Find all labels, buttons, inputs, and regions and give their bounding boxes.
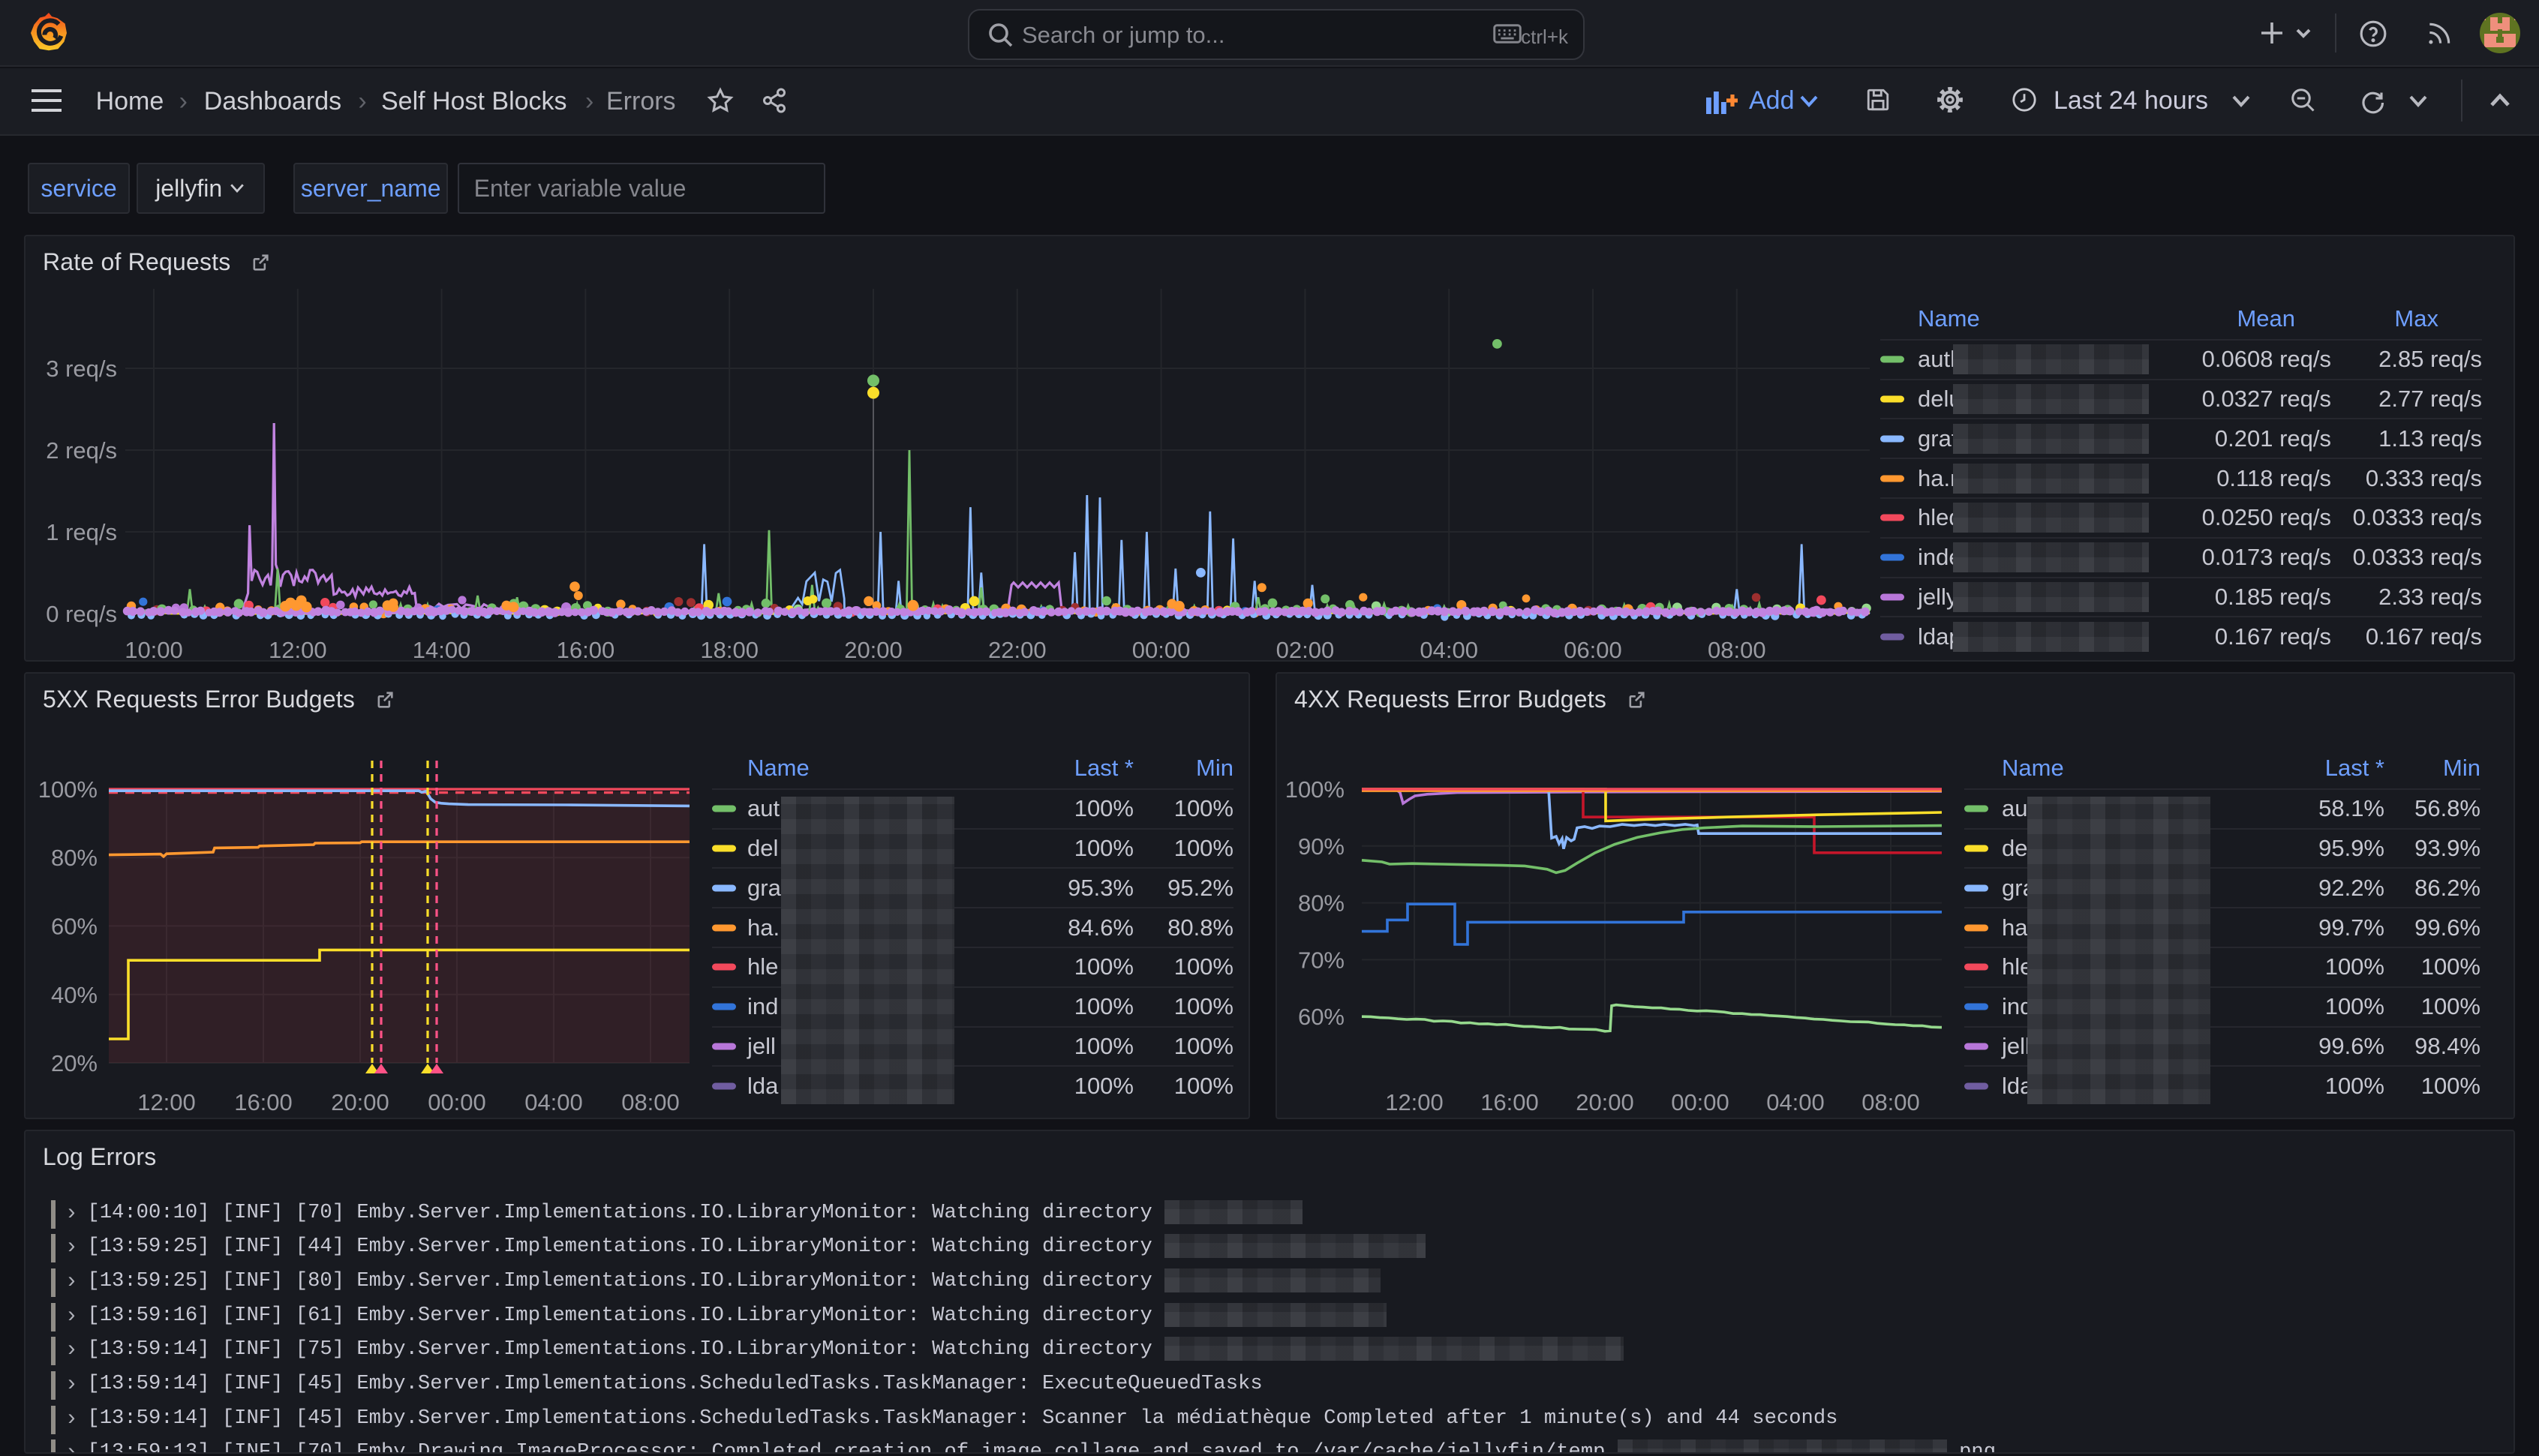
svg-text:16:00: 16:00 <box>1480 1089 1539 1115</box>
svg-text:12:00: 12:00 <box>137 1089 196 1115</box>
svg-text:60%: 60% <box>1298 1004 1345 1030</box>
svg-text:22:00: 22:00 <box>988 637 1047 662</box>
svg-text:80%: 80% <box>1298 890 1345 917</box>
svg-text:100%: 100% <box>38 776 98 803</box>
svg-text:00:00: 00:00 <box>1132 637 1191 662</box>
svg-text:20:00: 20:00 <box>331 1089 389 1115</box>
svg-text:14:00: 14:00 <box>413 637 471 662</box>
svg-text:20%: 20% <box>51 1050 98 1076</box>
svg-text:3 req/s: 3 req/s <box>46 356 117 382</box>
svg-text:02:00: 02:00 <box>1276 637 1335 662</box>
svg-text:100%: 100% <box>1285 776 1345 803</box>
svg-text:00:00: 00:00 <box>428 1089 486 1115</box>
svg-text:80%: 80% <box>51 845 98 871</box>
svg-text:1 req/s: 1 req/s <box>46 519 117 545</box>
svg-text:40%: 40% <box>51 982 98 1008</box>
svg-text:2 req/s: 2 req/s <box>46 437 117 464</box>
svg-text:20:00: 20:00 <box>844 637 903 662</box>
svg-text:00:00: 00:00 <box>1671 1089 1729 1115</box>
svg-text:04:00: 04:00 <box>1420 637 1478 662</box>
svg-text:08:00: 08:00 <box>1861 1089 1920 1115</box>
svg-text:08:00: 08:00 <box>1708 637 1766 662</box>
svg-text:06:00: 06:00 <box>1564 637 1622 662</box>
svg-text:10:00: 10:00 <box>125 637 183 662</box>
svg-text:20:00: 20:00 <box>1576 1089 1634 1115</box>
svg-text:16:00: 16:00 <box>234 1089 293 1115</box>
svg-text:04:00: 04:00 <box>524 1089 583 1115</box>
svg-text:70%: 70% <box>1298 947 1345 973</box>
svg-text:12:00: 12:00 <box>269 637 327 662</box>
svg-text:08:00: 08:00 <box>621 1089 680 1115</box>
svg-text:0 req/s: 0 req/s <box>46 601 117 627</box>
svg-text:12:00: 12:00 <box>1385 1089 1444 1115</box>
svg-text:04:00: 04:00 <box>1766 1089 1825 1115</box>
svg-text:16:00: 16:00 <box>557 637 615 662</box>
svg-text:18:00: 18:00 <box>700 637 759 662</box>
svg-text:60%: 60% <box>51 913 98 939</box>
svg-text:90%: 90% <box>1298 833 1345 860</box>
